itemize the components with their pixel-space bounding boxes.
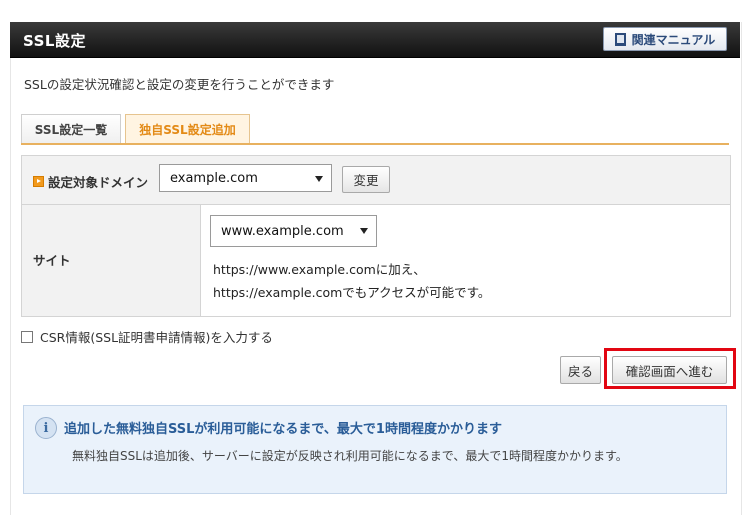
domain-row: 設定対象ドメイン example.com 変更: [22, 156, 730, 205]
page-title: SSL設定: [23, 32, 86, 50]
site-note-line2: https://example.comでもアクセスが可能です。: [213, 285, 491, 300]
ssl-form: 設定対象ドメイン example.com 変更 サイト www.example.…: [21, 155, 731, 317]
confirm-button[interactable]: 確認画面へ進む: [612, 356, 727, 384]
back-button[interactable]: 戻る: [560, 356, 601, 384]
info-icon: i: [35, 417, 57, 439]
csr-checkbox[interactable]: [21, 330, 33, 343]
site-note-line1: https://www.example.comに加え、: [213, 262, 426, 277]
domain-select[interactable]: example.com: [159, 164, 332, 192]
site-label: サイト: [33, 253, 71, 268]
related-manual-button[interactable]: 関連マニュアル: [603, 27, 727, 51]
book-icon: [614, 32, 626, 46]
csr-checkbox-label: CSR情報(SSL証明書申請情報)を入力する: [40, 330, 273, 345]
tab-underline: [21, 143, 729, 145]
domain-label-text: 設定対象ドメイン: [48, 175, 149, 190]
info-box: i 追加した無料独自SSLが利用可能になるまで、最大で1時間程度かかります 無料…: [23, 405, 727, 494]
arrow-right-icon: [33, 176, 44, 187]
site-label-cell: サイト: [22, 205, 201, 316]
domain-label: 設定対象ドメイン: [33, 172, 148, 191]
related-manual-label: 関連マニュアル: [631, 32, 716, 47]
site-select-value: www.example.com: [221, 223, 344, 239]
info-body: 無料独自SSLは追加後、サーバーに設定が反映され利用可能になるまで、最大で1時間…: [72, 449, 628, 463]
domain-select-value: example.com: [170, 170, 258, 186]
chevron-down-icon: [315, 176, 323, 182]
csr-checkbox-row[interactable]: CSR情報(SSL証明書申請情報)を入力する: [21, 327, 273, 346]
info-title: 追加した無料独自SSLが利用可能になるまで、最大で1時間程度かかります: [64, 422, 502, 437]
page-description: SSLの設定状況確認と設定の変更を行うことができます: [24, 77, 335, 92]
change-button[interactable]: 変更: [342, 166, 390, 193]
tab-ssl-list[interactable]: SSL設定一覧: [21, 114, 121, 144]
site-select[interactable]: www.example.com: [210, 215, 377, 247]
chevron-down-icon: [360, 228, 368, 234]
page-header: SSL設定 関連マニュアル: [10, 22, 740, 58]
tab-add-ssl[interactable]: 独自SSL設定追加: [125, 114, 250, 144]
